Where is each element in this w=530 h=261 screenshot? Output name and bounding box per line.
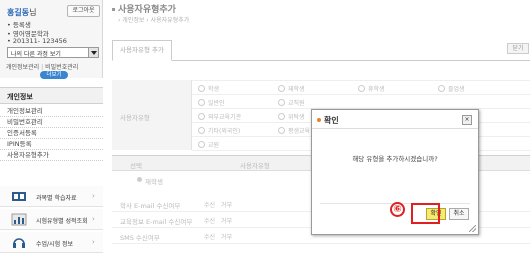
user-type-option[interactable]: 외부교육기관 xyxy=(198,112,241,121)
side-menu-title: 개인정보 xyxy=(0,87,103,104)
tab-add-user-type[interactable]: 사용자유형 추가 xyxy=(112,40,172,61)
option-no[interactable]: 거부 xyxy=(221,234,232,241)
account-link[interactable]: 개인정보관리 xyxy=(6,64,39,71)
option-yes[interactable]: 수신 xyxy=(204,202,215,209)
option-yes[interactable]: 수신 xyxy=(204,234,215,241)
user-type-option[interactable]: 교원 xyxy=(198,140,219,149)
quick-link-label: 과목별 학습자료 xyxy=(36,195,77,202)
user-type-option[interactable]: 일반인 xyxy=(198,98,225,107)
more-button[interactable]: 더보기 xyxy=(40,71,68,79)
side-menu-item[interactable]: 사용자유형추가 xyxy=(0,150,103,161)
profile-panel: 홍길동님 로그아웃 • 등록생 • 영어영문학과 • 201311- 12345… xyxy=(0,0,103,79)
tab-strip: 사용자유형 추가 xyxy=(112,40,530,61)
row-options: 수신 거부 xyxy=(204,232,238,241)
dialog-header: 확인 × xyxy=(312,110,478,129)
user-type-option[interactable]: 평생교육 xyxy=(278,126,310,135)
user-student-id: • 201311- 123456 xyxy=(7,37,67,45)
close-icon[interactable]: × xyxy=(462,115,472,125)
password-link[interactable]: 비밀번호관리 xyxy=(45,64,78,71)
dialog-title: 확인 xyxy=(324,116,339,125)
column-header-user-type: 사용자유형 xyxy=(240,162,270,170)
cancel-button[interactable]: 취소 xyxy=(449,208,469,220)
user-type-label-cell: 사용자유형 xyxy=(112,80,192,150)
chevron-down-icon[interactable] xyxy=(88,48,98,57)
row-options: 수신 거부 xyxy=(204,216,238,225)
row-label: 학사 E-mail 수신여부 xyxy=(120,202,181,210)
user-type-option[interactable]: 교직원 xyxy=(278,98,305,107)
user-type-option[interactable]: 휴학생 xyxy=(358,84,385,93)
quick-link-label: 시험유형별 성적조회 xyxy=(36,218,88,225)
dialog-message: 해당 유형을 추가하시겠습니까? xyxy=(352,155,438,163)
option-yes[interactable]: 수신 xyxy=(204,218,215,225)
page-title: 사용자유형추가 xyxy=(112,2,176,15)
table-row: 재학생 xyxy=(145,178,163,186)
chart-icon xyxy=(11,213,27,226)
option-no[interactable]: 거부 xyxy=(221,218,232,225)
row-options: 수신 거부 xyxy=(204,200,238,209)
user-type-option[interactable]: 졸업생 xyxy=(438,84,465,93)
bullet-icon xyxy=(317,118,321,122)
logout-button[interactable]: 로그아웃 xyxy=(67,5,100,17)
user-type-option[interactable]: 기타(외국인) xyxy=(198,126,240,135)
column-header-select: 선택 xyxy=(130,162,142,170)
quick-link-class-info[interactable]: 수업/시험 정보 › xyxy=(0,232,103,253)
chevron-right-icon: › xyxy=(92,238,95,246)
profile-links: 개인정보관리 | 비밀번호관리 xyxy=(6,64,79,71)
side-menu-item[interactable]: 비밀번호관리 xyxy=(0,117,103,128)
side-menu: 개인정보관리 비밀번호관리 인증서등록 IPIN등록 사용자유형추가 xyxy=(0,106,103,161)
row-label: SMS 수신여부 xyxy=(120,234,160,242)
close-page-button[interactable]: 닫기 xyxy=(507,43,529,54)
row-select-radio[interactable] xyxy=(137,177,142,182)
user-name: 홍길동님 xyxy=(7,8,37,17)
quick-link-study-materials[interactable]: 과목별 학습자료 › xyxy=(0,186,103,207)
quick-link-grades[interactable]: 시험유형별 성적조회 › xyxy=(0,209,103,230)
row-label: 교육정보 E-mail 수신여부 xyxy=(120,218,193,226)
quick-link-label: 수업/시험 정보 xyxy=(36,241,74,248)
user-type-option[interactable]: 재학생 xyxy=(278,84,305,93)
headset-icon xyxy=(13,238,25,248)
step-number-badge: ⑥ xyxy=(390,202,405,217)
other-course-select[interactable]: 나의 다른 과정 보기 xyxy=(7,47,99,58)
confirm-highlight-box xyxy=(411,203,440,224)
other-course-select-value: 나의 다른 과정 보기 xyxy=(11,51,61,58)
user-type-option[interactable]: 학생 xyxy=(198,84,219,93)
user-type-option[interactable]: 위탁생 xyxy=(278,112,305,121)
side-menu-item[interactable]: 개인정보관리 xyxy=(0,106,103,117)
option-no[interactable]: 거부 xyxy=(221,202,232,209)
chevron-right-icon: › xyxy=(92,192,95,200)
side-menu-item[interactable]: IPIN등록 xyxy=(0,139,103,150)
chevron-right-icon: › xyxy=(92,215,95,223)
resize-grip-icon[interactable] xyxy=(469,225,476,232)
side-menu-item[interactable]: 인증서등록 xyxy=(0,128,103,139)
book-icon xyxy=(12,192,26,201)
breadcrumb: › 개인정보 › 사용자유형추가 xyxy=(118,17,190,24)
